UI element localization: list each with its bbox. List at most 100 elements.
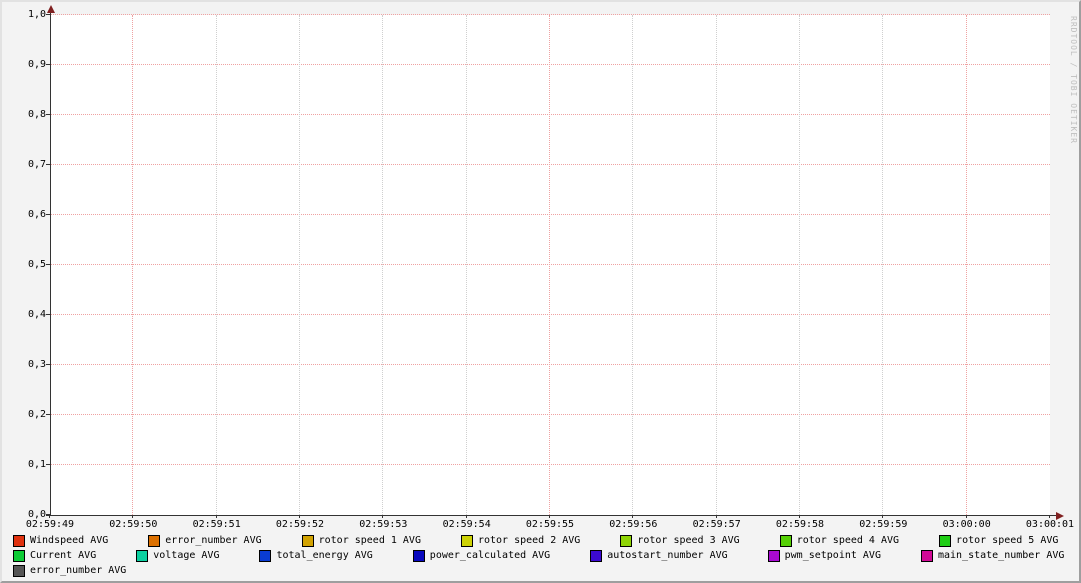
x-tick-label: 02:59:53 [355,519,411,530]
v-gridline [382,15,383,515]
rrdtool-graph: 0,00,10,20,30,40,50,60,70,80,91,0 02:59:… [0,0,1081,583]
x-axis-arrow-icon [1056,512,1064,520]
legend-label: error_number AVG [165,534,261,547]
v-gridline [216,15,217,515]
legend-color-swatch [13,535,25,547]
y-axis-line [50,9,51,516]
legend-label: rotor speed 5 AVG [956,534,1058,547]
rrdtool-watermark: RRDTOOL / TOBI OETIKER [1069,16,1078,144]
legend-item: main_state_number AVG [921,549,1064,562]
y-tick-label: 0,7 [0,159,46,170]
y-axis-arrow-icon [47,5,55,13]
y-tick-label: 0,2 [0,409,46,420]
x-tick-label: 02:59:58 [772,519,828,530]
h-gridline [50,264,1050,265]
v-gridline [466,15,467,515]
legend-row: Windspeed AVG error_number AVG rotor speed… [13,533,1064,548]
legend-color-swatch [302,535,314,547]
legend-row: Current AVG voltage AVG total_energy AVG po… [13,548,1064,563]
legend-label: Windspeed AVG [30,534,108,547]
v-gridline [632,15,633,515]
x-tick-label: 02:59:50 [105,519,161,530]
legend-label: Current AVG [30,549,96,562]
y-tick-label: 0,6 [0,209,46,220]
v-gridline [132,15,133,515]
legend-row: error_number AVG [13,563,1064,578]
legend-color-swatch [939,535,951,547]
legend-item: power_calculated AVG [413,549,550,562]
legend-item: error_number AVG [13,564,126,577]
x-tick-label: 02:59:56 [605,519,661,530]
x-tick-label: 02:59:54 [439,519,495,530]
y-tick-label: 0,4 [0,309,46,320]
legend-item: rotor speed 3 AVG [620,534,739,547]
legend-color-swatch [768,550,780,562]
h-gridline [50,114,1050,115]
h-gridline [50,64,1050,65]
x-axis-line [46,515,1056,516]
legend-label: main_state_number AVG [938,549,1064,562]
x-tick-label: 03:00:00 [939,519,995,530]
legend-label: autostart_number AVG [607,549,727,562]
legend-label: total_energy AVG [276,549,372,562]
x-tick-label: 02:59:59 [855,519,911,530]
y-tick-label: 0,5 [0,259,46,270]
x-tick-label: 03:00:01 [1022,519,1078,530]
plot-area [50,15,1050,515]
legend-item: rotor speed 1 AVG [302,534,421,547]
legend-label: voltage AVG [153,549,219,562]
legend-color-swatch [620,535,632,547]
y-tick-label: 0,1 [0,459,46,470]
v-gridline [882,15,883,515]
h-gridline [50,414,1050,415]
legend-item: autostart_number AVG [590,549,727,562]
x-tick-label: 02:59:55 [522,519,578,530]
legend-color-swatch [148,535,160,547]
legend: Windspeed AVG error_number AVG rotor speed… [13,533,1064,578]
x-tick-label: 02:59:52 [272,519,328,530]
legend-color-swatch [921,550,933,562]
legend-color-swatch [13,565,25,577]
h-gridline [50,214,1050,215]
x-tick-label: 02:59:51 [189,519,245,530]
h-gridline [50,364,1050,365]
legend-item: rotor speed 4 AVG [780,534,899,547]
legend-item: pwm_setpoint AVG [768,549,881,562]
legend-label: power_calculated AVG [430,549,550,562]
x-tick-label: 02:59:49 [22,519,78,530]
v-gridline [549,15,550,515]
legend-label: rotor speed 4 AVG [797,534,899,547]
legend-color-swatch [259,550,271,562]
v-gridline [299,15,300,515]
legend-label: pwm_setpoint AVG [785,549,881,562]
legend-item: Current AVG [13,549,96,562]
v-gridline [966,15,967,515]
legend-label: rotor speed 1 AVG [319,534,421,547]
legend-label: rotor speed 3 AVG [637,534,739,547]
y-tick-label: 0,8 [0,109,46,120]
h-gridline [50,14,1050,15]
legend-label: error_number AVG [30,564,126,577]
v-gridline [716,15,717,515]
x-tick-label: 02:59:57 [689,519,745,530]
legend-color-swatch [136,550,148,562]
legend-item: total_energy AVG [259,549,372,562]
legend-color-swatch [780,535,792,547]
legend-item: rotor speed 5 AVG [939,534,1058,547]
v-gridline [799,15,800,515]
legend-item: rotor speed 2 AVG [461,534,580,547]
legend-item: error_number AVG [148,534,261,547]
legend-label: rotor speed 2 AVG [478,534,580,547]
y-tick-label: 0,9 [0,59,46,70]
legend-item: Windspeed AVG [13,534,108,547]
graph-stage: 0,00,10,20,30,40,50,60,70,80,91,0 02:59:… [0,0,1081,583]
y-tick-label: 1,0 [0,9,46,20]
legend-color-swatch [590,550,602,562]
y-tick-label: 0,3 [0,359,46,370]
legend-color-swatch [413,550,425,562]
h-gridline [50,464,1050,465]
legend-item: voltage AVG [136,549,219,562]
h-gridline [50,164,1050,165]
h-gridline [50,314,1050,315]
legend-color-swatch [13,550,25,562]
